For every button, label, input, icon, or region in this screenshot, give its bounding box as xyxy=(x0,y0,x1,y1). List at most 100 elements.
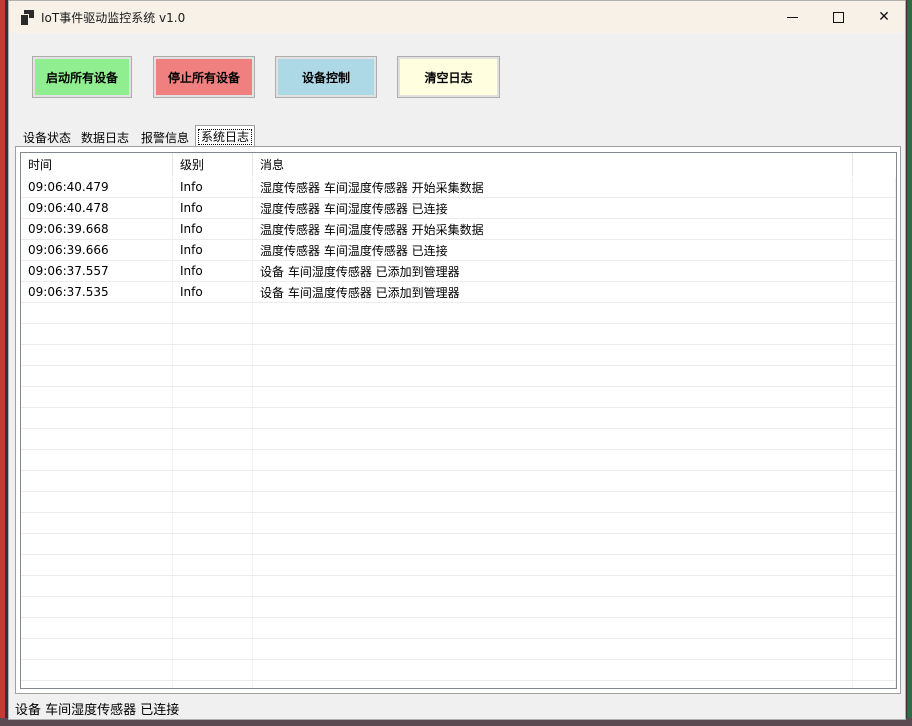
log-level-cell: Info xyxy=(173,282,253,302)
log-grid[interactable]: 时间 级别 消息 09:06:40.479 Info 湿度传感器 车间湿度传感器 开… xyxy=(20,152,897,689)
column-header-message[interactable]: 消息 xyxy=(253,153,853,176)
filler-cell xyxy=(853,660,896,680)
empty-row xyxy=(21,450,896,471)
clear-log-label: 清空日志 xyxy=(400,59,497,95)
log-time-cell xyxy=(21,639,173,659)
filler-cell xyxy=(853,408,896,428)
log-message-cell: 温度传感器 车间温度传感器 已连接 xyxy=(253,240,853,260)
column-header-time[interactable]: 时间 xyxy=(21,153,173,176)
tab-device-status[interactable]: 设备状态 xyxy=(19,127,75,147)
log-level-cell xyxy=(173,513,253,533)
table-row[interactable]: 09:06:39.666 Info 温度传感器 车间温度传感器 已连接 xyxy=(21,240,896,261)
filler-cell xyxy=(853,492,896,512)
log-message-cell xyxy=(253,639,853,659)
filler-cell xyxy=(853,471,896,491)
grid-header: 时间 级别 消息 xyxy=(21,153,896,176)
table-row[interactable]: 09:06:39.668 Info 温度传感器 车间温度传感器 开始采集数据 xyxy=(21,219,896,240)
tab-label: 系统日志 xyxy=(197,128,252,145)
log-level-cell xyxy=(173,450,253,470)
filler-cell xyxy=(853,513,896,533)
filler-cell xyxy=(853,219,896,239)
start-all-devices-label: 启动所有设备 xyxy=(35,59,129,95)
table-row[interactable]: 09:06:37.557 Info 设备 车间湿度传感器 已添加到管理器 xyxy=(21,261,896,282)
start-all-devices-button[interactable]: 启动所有设备 xyxy=(32,56,132,98)
log-time-cell xyxy=(21,555,173,575)
desktop-background-right xyxy=(907,0,912,726)
filler-cell xyxy=(853,555,896,575)
log-message-cell xyxy=(253,576,853,596)
log-time-cell: 09:06:40.478 xyxy=(21,198,173,218)
log-level-cell xyxy=(173,366,253,386)
column-header-filler xyxy=(853,153,896,176)
log-message-cell xyxy=(253,492,853,512)
clear-log-button[interactable]: 清空日志 xyxy=(397,56,500,98)
empty-row xyxy=(21,471,896,492)
log-time-cell xyxy=(21,366,173,386)
filler-cell xyxy=(853,366,896,386)
stop-all-devices-button[interactable]: 停止所有设备 xyxy=(153,56,255,98)
log-level-cell xyxy=(173,429,253,449)
table-row[interactable]: 09:06:37.535 Info 设备 车间温度传感器 已添加到管理器 xyxy=(21,282,896,303)
minimize-button[interactable] xyxy=(769,1,815,33)
log-message-cell: 设备 车间湿度传感器 已添加到管理器 xyxy=(253,261,853,281)
filler-cell xyxy=(853,240,896,260)
filler-cell xyxy=(853,534,896,554)
log-message-cell xyxy=(253,387,853,407)
table-row[interactable]: 09:06:40.478 Info 湿度传感器 车间湿度传感器 已连接 xyxy=(21,198,896,219)
log-message-cell xyxy=(253,471,853,491)
log-time-cell: 09:06:37.557 xyxy=(21,261,173,281)
log-time-cell xyxy=(21,408,173,428)
log-message-cell xyxy=(253,597,853,617)
window-title: IoT事件驱动监控系统 v1.0 xyxy=(41,11,186,25)
title-bar[interactable]: IoT事件驱动监控系统 v1.0 ✕ xyxy=(9,1,905,33)
minimize-icon xyxy=(786,16,798,18)
filler-cell xyxy=(853,324,896,344)
empty-row xyxy=(21,324,896,345)
tab-alarm-info[interactable]: 报警信息 xyxy=(136,127,194,147)
log-time-cell xyxy=(21,597,173,617)
tab-data-log[interactable]: 数据日志 xyxy=(77,127,133,147)
log-time-cell xyxy=(21,429,173,449)
app-icon xyxy=(20,10,34,26)
empty-row xyxy=(21,534,896,555)
filler-cell xyxy=(853,597,896,617)
log-message-cell xyxy=(253,618,853,638)
filler-cell xyxy=(853,618,896,638)
tab-system-log[interactable]: 系统日志 xyxy=(195,125,255,147)
filler-cell xyxy=(853,639,896,659)
filler-cell xyxy=(853,282,896,302)
empty-row xyxy=(21,429,896,450)
filler-cell xyxy=(853,198,896,218)
close-icon: ✕ xyxy=(878,9,890,25)
column-header-level[interactable]: 级别 xyxy=(173,153,253,176)
empty-row xyxy=(21,555,896,576)
tab-label: 数据日志 xyxy=(80,130,129,145)
filler-cell xyxy=(853,261,896,281)
empty-row xyxy=(21,660,896,681)
close-button[interactable]: ✕ xyxy=(861,1,905,33)
log-time-cell xyxy=(21,576,173,596)
log-time-cell xyxy=(21,345,173,365)
log-time-cell xyxy=(21,534,173,554)
log-message-cell xyxy=(253,534,853,554)
log-level-cell: Info xyxy=(173,219,253,239)
log-level-cell xyxy=(173,639,253,659)
log-message-cell xyxy=(253,660,853,680)
empty-row xyxy=(21,492,896,513)
log-time-cell xyxy=(21,324,173,344)
log-level-cell xyxy=(173,303,253,323)
log-level-cell xyxy=(173,387,253,407)
filler-cell xyxy=(853,450,896,470)
log-level-cell xyxy=(173,576,253,596)
log-level-cell xyxy=(173,555,253,575)
log-time-cell: 09:06:37.535 xyxy=(21,282,173,302)
log-level-cell: Info xyxy=(173,177,253,197)
desktop-background-left xyxy=(0,0,5,726)
table-row[interactable]: 09:06:40.479 Info 湿度传感器 车间湿度传感器 开始采集数据 xyxy=(21,177,896,198)
maximize-button[interactable] xyxy=(815,1,861,33)
device-control-button[interactable]: 设备控制 xyxy=(275,56,377,98)
log-time-cell xyxy=(21,660,173,680)
filler-cell xyxy=(853,429,896,449)
stop-all-devices-label: 停止所有设备 xyxy=(156,59,252,95)
status-bar: 设备 车间湿度传感器 已连接 xyxy=(9,697,905,719)
